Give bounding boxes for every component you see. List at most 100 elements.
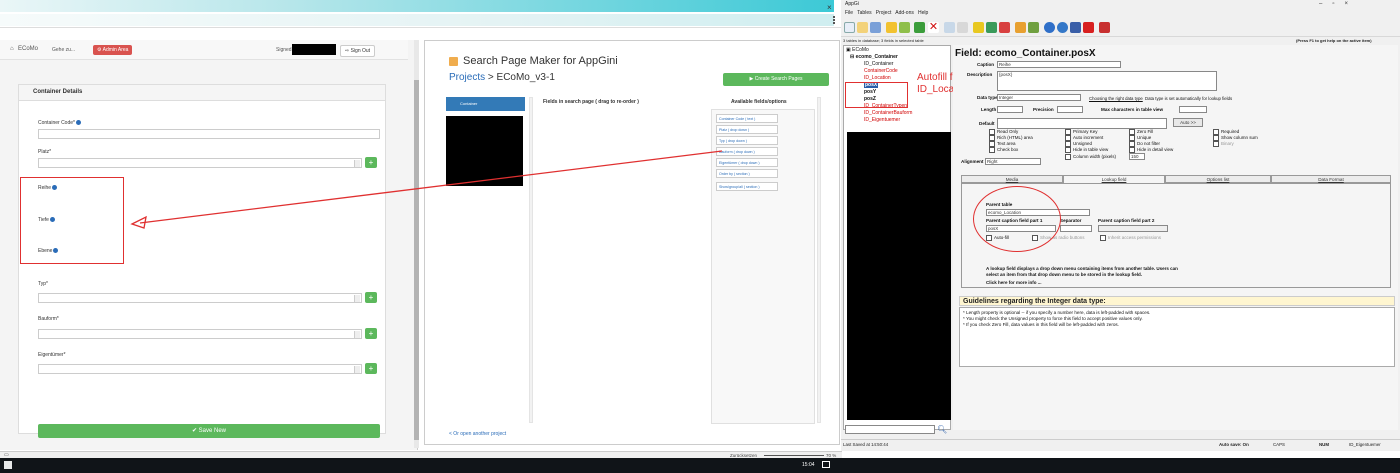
caption-input[interactable]: Reihe — [997, 61, 1121, 68]
tree-item[interactable]: ▣ ECoMo — [846, 47, 869, 53]
column-width-checkbox[interactable]: Column width (pixels) — [1065, 154, 1116, 160]
datatype-select[interactable]: Integer — [997, 94, 1081, 101]
copy-icon[interactable] — [944, 22, 955, 33]
tree-item[interactable]: ID_Eigentuemer — [864, 117, 900, 123]
home-icon[interactable]: ⌂ — [10, 46, 14, 52]
paste-icon[interactable] — [957, 22, 968, 33]
caption-part2-select[interactable] — [1098, 225, 1168, 232]
menu-project[interactable]: Project — [876, 10, 892, 16]
exit-icon[interactable] — [1099, 22, 1110, 33]
description-textarea[interactable]: {posX} — [997, 71, 1217, 91]
projects-link[interactable]: Projects — [449, 72, 485, 83]
browser-menu-icon[interactable] — [833, 16, 835, 24]
default-input[interactable] — [997, 118, 1167, 129]
tab-options-list[interactable]: Options list — [1165, 175, 1271, 183]
separator-input[interactable] — [1060, 225, 1092, 232]
tree-item[interactable]: ID_ContainerBauform — [864, 110, 912, 116]
save-project-icon[interactable] — [870, 22, 881, 33]
datatype-help-link[interactable]: Choosing the right data type — [1089, 96, 1143, 101]
available-item[interactable]: Show/group/all ( section ) — [716, 182, 778, 191]
typ-select[interactable] — [38, 293, 362, 303]
add-typ-button[interactable]: + — [365, 292, 377, 303]
auto-button[interactable]: Auto >> — [1173, 118, 1203, 127]
platz-select[interactable] — [38, 158, 362, 168]
table-item-container[interactable]: Container — [446, 97, 525, 111]
caption-part2-label: Parent caption field part 2 — [1098, 218, 1155, 223]
admin-area-button[interactable]: ⚙ Admin Area — [93, 45, 133, 55]
tree-item[interactable]: ContainerCode — [864, 68, 898, 74]
length-input[interactable] — [997, 106, 1023, 113]
container-code-label: Container Code* — [38, 120, 81, 126]
available-item[interactable]: Platz ( drop down ) — [716, 125, 778, 134]
bauform-select[interactable] — [38, 329, 362, 339]
hide-detail-view-checkbox[interactable]: Hide in detail view — [1129, 147, 1173, 153]
open-another-project-link[interactable]: < Or open another project — [449, 431, 506, 437]
add-platz-button[interactable]: + — [365, 157, 377, 168]
add-eigentuemer-button[interactable]: + — [365, 363, 377, 374]
inherit-permissions-checkbox[interactable]: Inherit access permissions — [1100, 235, 1161, 241]
add-bauform-button[interactable]: + — [365, 328, 377, 339]
appgini-toolbar: ✕ — [841, 19, 1400, 37]
sign-out-button[interactable]: ⇨ Sign Out — [340, 45, 376, 57]
search-icon[interactable]: 🔍︎ — [937, 425, 947, 434]
max-chars-input[interactable] — [1179, 106, 1207, 113]
menu-tables[interactable]: Tables — [857, 10, 871, 16]
redacted-table-list — [446, 116, 523, 186]
check-box-checkbox[interactable]: Check box — [989, 147, 1018, 153]
table-list-scrollbar[interactable] — [529, 97, 533, 423]
eigentuemer-select[interactable] — [38, 364, 362, 374]
tab-media[interactable]: Media — [961, 175, 1063, 183]
new-project-icon[interactable] — [844, 22, 855, 33]
available-item[interactable]: Eigentümer ( drop down ) — [716, 158, 778, 167]
alignment-label: Alignment — [961, 159, 984, 164]
fields-scrollbar[interactable] — [817, 97, 821, 423]
chart-icon[interactable] — [999, 22, 1010, 33]
available-item[interactable]: Bauform ( drop down ) — [716, 147, 778, 156]
info-icon[interactable] — [1057, 22, 1068, 33]
help-icon[interactable] — [1044, 22, 1055, 33]
tree-item[interactable]: ID_Container — [864, 61, 893, 67]
generate-icon[interactable] — [986, 22, 997, 33]
zoom-slider[interactable] — [764, 455, 824, 456]
start-icon[interactable] — [4, 461, 12, 469]
nav-menu[interactable]: Gehe zu... — [52, 47, 75, 53]
create-search-pages-button[interactable]: ▶ Create Search Pages — [723, 73, 829, 86]
tools-icon[interactable] — [1028, 22, 1039, 33]
menu-file[interactable]: File — [845, 10, 853, 16]
tree-item[interactable]: ID_Location — [864, 75, 891, 81]
notification-icon[interactable] — [822, 461, 830, 468]
binary-checkbox[interactable]: Binary — [1213, 141, 1234, 147]
new-table-icon[interactable] — [899, 22, 910, 33]
twitter-icon[interactable] — [1070, 22, 1081, 33]
more-info-link[interactable]: Click here for more info ... — [986, 280, 1042, 285]
new-folder-icon[interactable] — [886, 22, 897, 33]
tree-item[interactable]: ⊟ ecomo_Container — [850, 54, 898, 60]
hide-table-view-checkbox[interactable]: Hide in table view — [1065, 147, 1108, 153]
tables-status: 3 tables in database; 3 fields in select… — [841, 37, 1400, 45]
tab-lookup-field[interactable]: Lookup field — [1063, 175, 1165, 183]
wand-icon[interactable] — [1015, 22, 1026, 33]
filter-icon[interactable] — [973, 22, 984, 33]
alignment-select[interactable]: Right — [985, 158, 1041, 165]
column-width-input[interactable]: 150 — [1129, 153, 1145, 160]
container-code-input[interactable] — [38, 129, 380, 139]
add-field-icon[interactable] — [914, 22, 925, 33]
page-scrollbar-thumb[interactable] — [414, 80, 419, 440]
available-item[interactable]: Container Code ( text ) — [716, 114, 778, 123]
save-new-button[interactable]: ✔ Save New — [38, 424, 380, 438]
brand[interactable]: ECoMo — [18, 46, 38, 52]
info-icon[interactable] — [75, 120, 81, 126]
youtube-icon[interactable] — [1083, 22, 1094, 33]
available-item[interactable]: Typ ( drop down ) — [716, 136, 778, 145]
sign-out-label: Sign Out — [350, 48, 371, 54]
available-item[interactable]: Order by ( section ) — [716, 169, 778, 178]
menu-addons[interactable]: Add-ons — [895, 10, 914, 16]
delete-icon[interactable]: ✕ — [928, 22, 939, 33]
browser-close-icon[interactable]: × — [827, 3, 832, 12]
precision-input[interactable] — [1057, 106, 1083, 113]
tab-data-format[interactable]: Data Format — [1271, 175, 1391, 183]
open-project-icon[interactable] — [857, 22, 868, 33]
tree-search-input[interactable] — [845, 425, 935, 434]
window-controls[interactable]: –▫× — [1319, 1, 1358, 7]
menu-help[interactable]: Help — [918, 10, 928, 16]
